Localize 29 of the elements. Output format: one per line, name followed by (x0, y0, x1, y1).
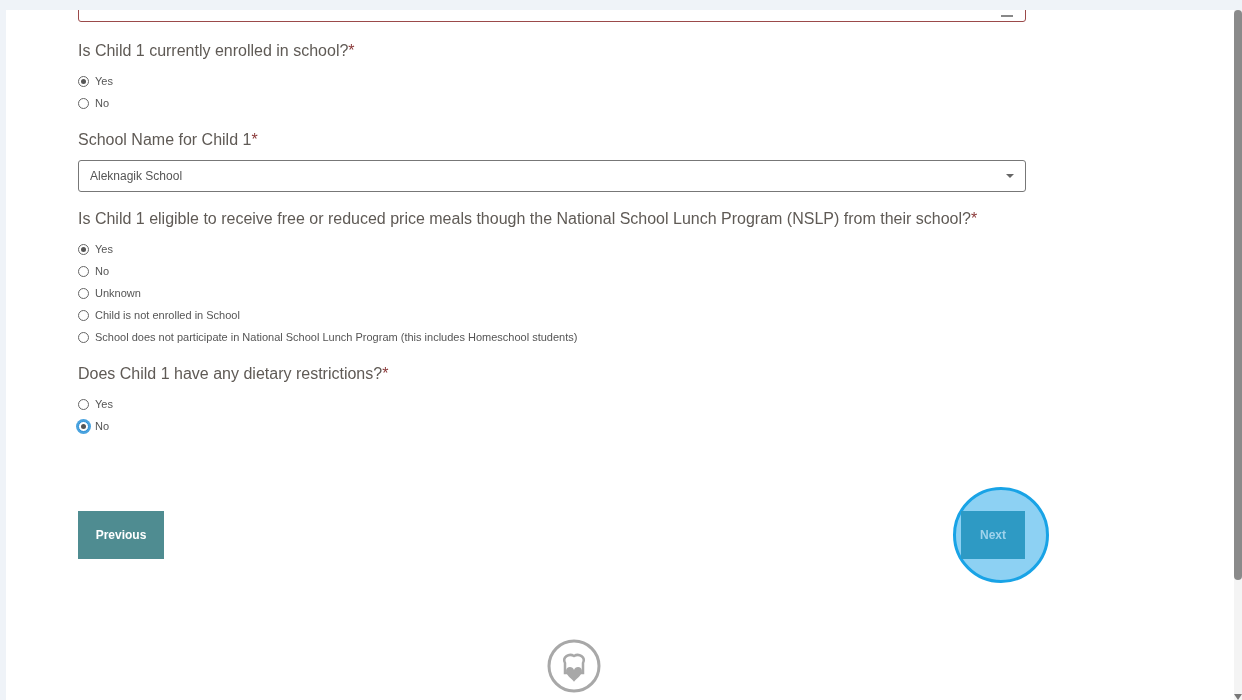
radio-button[interactable] (78, 75, 89, 87)
option-label: Yes (95, 396, 113, 412)
school-select[interactable]: Aleknagik School (78, 160, 1026, 192)
option-label: School does not participate in National School Lunch Program (this includes Homeschool students) (95, 329, 578, 345)
radio-button[interactable] (78, 265, 89, 277)
dash-icon (1001, 15, 1013, 17)
radio-button[interactable] (78, 287, 89, 299)
radio-button[interactable] (78, 97, 89, 109)
option-label: Unknown (95, 285, 141, 301)
next-button[interactable]: Next (961, 511, 1025, 559)
question-label: Is Child 1 eligible to receive free or reduced price meals though the National School Lunch Program (NSLP) from their school?* (78, 209, 979, 229)
scrollbar[interactable] (1234, 10, 1242, 700)
option-label: Child is not enrolled in School (95, 307, 240, 323)
radio-button[interactable] (78, 331, 89, 343)
radio-button[interactable] (78, 309, 89, 321)
question-label: School Name for Child 1* (78, 130, 259, 150)
radio-button[interactable] (78, 398, 89, 410)
question-label: Is Child 1 currently enrolled in school?* (78, 41, 356, 61)
question-label: Does Child 1 have any dietary restrictions?* (78, 364, 390, 384)
dropdown-caret-icon (1006, 174, 1014, 178)
option-label: Yes (95, 241, 113, 257)
scroll-down-arrow-icon[interactable] (1234, 694, 1242, 700)
logo-icon (547, 639, 601, 693)
option-label: No (95, 95, 110, 111)
radio-button[interactable] (78, 243, 89, 255)
option-label: No (95, 263, 110, 279)
option-label: Yes (95, 73, 113, 89)
option-label: No (95, 418, 110, 434)
previous-button[interactable]: Previous (78, 511, 164, 559)
